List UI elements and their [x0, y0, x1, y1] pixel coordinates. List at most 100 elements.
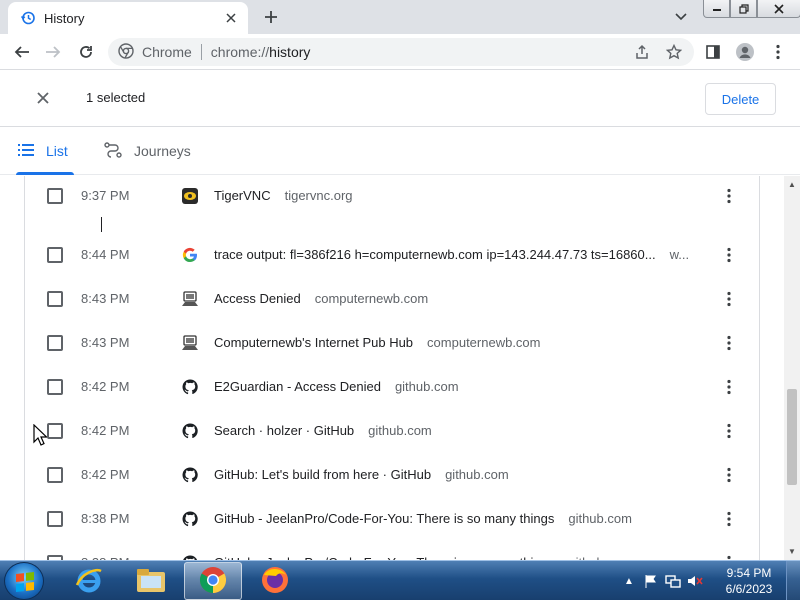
- history-row[interactable]: 8:42 PM E2Guardian - Access Denied github.…: [25, 367, 759, 411]
- history-row[interactable]: 9:37 PM TigerVNC tigervnc.org: [25, 176, 759, 220]
- more-actions-icon[interactable]: [719, 288, 739, 310]
- volume-muted-icon[interactable]: [686, 573, 704, 589]
- more-menu-icon[interactable]: [767, 41, 789, 63]
- history-entry-link[interactable]: TigerVNC tigervnc.org: [214, 188, 353, 203]
- row-checkbox[interactable]: [47, 247, 63, 263]
- scrollbar-thumb[interactable]: [787, 389, 797, 485]
- visit-time: 8:42 PM: [81, 379, 130, 394]
- url-path: history: [269, 44, 311, 60]
- tab-journeys[interactable]: Journeys: [104, 127, 191, 175]
- history-entry-link[interactable]: Access Denied computernewb.com: [214, 291, 428, 306]
- more-actions-icon[interactable]: [719, 464, 739, 486]
- clock-date: 6/6/2023: [725, 582, 773, 596]
- entry-title: Computernewb's Internet Pub Hub: [214, 335, 414, 350]
- row-checkbox[interactable]: [47, 467, 63, 483]
- windows-logo-icon: [16, 572, 34, 592]
- separator: [200, 44, 202, 60]
- tab-strip: History: [0, 0, 800, 34]
- entry-title: trace output: fl=386f216 h=computernewb.…: [214, 247, 656, 262]
- more-actions-icon[interactable]: [719, 508, 739, 530]
- row-checkbox[interactable]: [47, 379, 63, 395]
- entry-domain: tigervnc.org: [284, 188, 353, 203]
- taskbar-clock[interactable]: 9:54 PM 6/6/2023: [718, 565, 780, 597]
- action-center-flag-icon[interactable]: [642, 573, 660, 589]
- forward-arrow-icon[interactable]: [42, 41, 64, 63]
- entry-title: GitHub - JeelanPro/Code-For-You: There i…: [214, 511, 555, 526]
- row-checkbox[interactable]: [47, 335, 63, 351]
- more-actions-icon[interactable]: [719, 376, 739, 398]
- scroll-up-icon[interactable]: ▲: [787, 179, 797, 189]
- tab-list-label: List: [46, 143, 68, 159]
- close-window-button[interactable]: [757, 0, 800, 18]
- window-controls: [703, 0, 800, 18]
- network-icon[interactable]: [664, 573, 682, 589]
- entry-domain: computernewb.com: [427, 335, 541, 350]
- entry-title: Search · holzer · GitHub: [214, 423, 355, 438]
- tray-expand-icon[interactable]: ▲: [620, 573, 638, 589]
- google-icon: [181, 246, 199, 264]
- visit-time: 9:37 PM: [81, 188, 130, 203]
- more-actions-icon[interactable]: [719, 185, 739, 207]
- scrollbar[interactable]: ▲ ▼: [784, 176, 800, 560]
- tab-journeys-label: Journeys: [134, 143, 191, 159]
- clock-time: 9:54 PM: [726, 566, 772, 580]
- visit-time: 8:42 PM: [81, 423, 130, 438]
- more-actions-icon[interactable]: [719, 552, 739, 560]
- history-row[interactable]: 8:44 PM trace output: fl=386f216 h=comput…: [25, 235, 759, 279]
- history-entry-link[interactable]: E2Guardian - Access Denied github.com: [214, 379, 459, 394]
- side-panel-icon[interactable]: [702, 41, 724, 63]
- reload-icon[interactable]: [75, 41, 97, 63]
- row-checkbox[interactable]: [47, 291, 63, 307]
- row-checkbox[interactable]: [47, 423, 63, 439]
- history-row[interactable]: 8:42 PM GitHub: Let's build from here · G…: [25, 455, 759, 499]
- scroll-down-icon[interactable]: ▼: [787, 546, 797, 556]
- row-checkbox[interactable]: [47, 511, 63, 527]
- site-label: Chrome: [142, 44, 192, 60]
- taskbar-file-explorer[interactable]: [122, 562, 180, 600]
- journeys-icon: [104, 141, 122, 161]
- clear-selection-button[interactable]: [32, 88, 54, 110]
- url-text: chrome://history: [211, 44, 311, 60]
- back-arrow-icon[interactable]: [11, 41, 33, 63]
- history-row[interactable]: 8:38 PMGitHub - JeelanPro/Code-For-You: …: [25, 499, 759, 543]
- share-icon[interactable]: [631, 41, 653, 63]
- history-row[interactable]: 8:42 PM Search · holzer · GitHub github.co…: [25, 411, 759, 455]
- address-bar[interactable]: Chrome chrome://history: [108, 38, 694, 66]
- entry-title: Access Denied: [214, 291, 301, 306]
- start-button[interactable]: [4, 562, 44, 600]
- history-entry-link[interactable]: GitHub - JeelanPro/Code-For-You: There i…: [214, 511, 632, 526]
- history-icon: [20, 10, 36, 26]
- tab-title: History: [44, 10, 85, 26]
- computernewb-icon: [181, 334, 199, 352]
- history-entry-link[interactable]: trace output: fl=386f216 h=computernewb.…: [214, 247, 689, 262]
- tab-history[interactable]: History: [8, 2, 248, 34]
- row-checkbox[interactable]: [47, 188, 63, 204]
- profile-avatar-icon[interactable]: [734, 41, 756, 63]
- history-entry-link[interactable]: Computernewb's Internet Pub Hub computern…: [214, 335, 541, 350]
- minimize-button[interactable]: [703, 0, 730, 18]
- more-actions-icon[interactable]: [719, 420, 739, 442]
- close-icon[interactable]: [222, 9, 240, 27]
- history-row[interactable]: 8:38 PMGitHub - JeelanPro/Code-For-You: …: [25, 543, 759, 560]
- history-entry-link[interactable]: GitHub: Let's build from here · GitHub gi…: [214, 467, 509, 482]
- more-actions-icon[interactable]: [719, 244, 739, 266]
- taskbar-internet-explorer[interactable]: [60, 562, 118, 600]
- entry-title: TigerVNC: [214, 188, 271, 203]
- taskbar-firefox[interactable]: [246, 562, 304, 600]
- bookmark-star-icon[interactable]: [663, 41, 685, 63]
- taskbar-chrome[interactable]: [184, 562, 242, 600]
- delete-button[interactable]: Delete: [705, 83, 776, 115]
- windows-taskbar: ▲ 9:54 PM 6/6/2023: [0, 560, 800, 600]
- more-actions-icon[interactable]: [719, 332, 739, 354]
- github-icon: [181, 510, 199, 528]
- chevron-down-icon[interactable]: [670, 6, 692, 28]
- history-row[interactable]: 8:43 PM Access Denied computernewb.com: [25, 279, 759, 323]
- visit-time: 8:42 PM: [81, 467, 130, 482]
- tab-list[interactable]: List: [16, 127, 74, 175]
- restore-button[interactable]: [730, 0, 757, 18]
- new-tab-button[interactable]: [260, 6, 282, 28]
- selected-count: 1 selected: [86, 90, 146, 105]
- history-entry-link[interactable]: Search · holzer · GitHub github.com: [214, 423, 432, 438]
- history-row[interactable]: 8:43 PM Computernewb's Internet Pub Hub co…: [25, 323, 759, 367]
- show-desktop-button[interactable]: [786, 561, 800, 600]
